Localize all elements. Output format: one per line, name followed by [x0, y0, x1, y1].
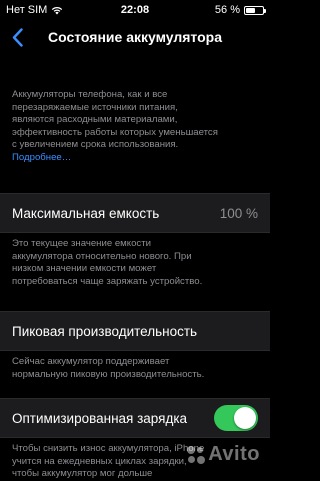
- battery-icon: [244, 5, 266, 15]
- optimized-charging-toggle[interactable]: [214, 405, 258, 431]
- intro-line: являются расходными материалами,: [12, 114, 178, 126]
- avito-watermark: Avito: [187, 443, 260, 466]
- navigation-bar: Состояние аккумулятора: [0, 20, 270, 54]
- battery-percent: 56 %: [214, 4, 240, 16]
- intro-line: эффективность работы которых уменьшается: [12, 126, 218, 138]
- page-title: Состояние аккумулятора: [47, 29, 222, 45]
- optimized-charging-row: Оптимизированная зарядка: [0, 398, 270, 438]
- battery-fill: [246, 7, 255, 13]
- max-capacity-label: Максимальная емкость: [12, 206, 160, 221]
- intro-note: Аккумуляторы телефона, как и все перезар…: [12, 89, 260, 165]
- watermark-text: Avito: [208, 443, 260, 465]
- note-line: Сейчас аккумулятор поддерживает: [12, 356, 170, 367]
- note-line: чтобы аккумулятор мог дольше: [12, 468, 153, 480]
- intro-line: с увеличением срока использования.: [12, 139, 179, 151]
- avito-logo-icon: [187, 445, 206, 464]
- max-capacity-row: Максимальная емкость 100 %: [0, 193, 270, 233]
- optimized-charging-label: Оптимизированная зарядка: [12, 411, 188, 426]
- toggle-knob: [234, 407, 256, 429]
- peak-performance-label: Пиковая производительность: [12, 324, 198, 339]
- note-line: низком значении емкости может: [12, 263, 157, 275]
- note-line: потребоваться чаще заряжать устройство.: [12, 275, 203, 287]
- note-line: аккумулятора относительно нового. При: [12, 250, 192, 262]
- max-capacity-value: 100 %: [219, 206, 258, 221]
- intro-line: перезаряжаемые источники питания,: [12, 101, 178, 113]
- peak-performance-row: Пиковая производительность: [0, 311, 270, 351]
- intro-line: Аккумуляторы телефона, как и все: [12, 89, 168, 100]
- note-line: Это текущее значение емкости: [12, 238, 151, 249]
- status-bar: Нет SIM 22:08 56 %: [0, 0, 270, 20]
- max-capacity-note: Это текущее значение емкости аккумулятор…: [12, 238, 260, 288]
- peak-performance-note: Сейчас аккумулятор поддерживает нормальн…: [12, 356, 260, 381]
- status-right: 56 %: [214, 4, 266, 16]
- note-line: нормальную пиковую производительность.: [12, 368, 205, 380]
- learn-more-link[interactable]: Подробнее…: [12, 152, 260, 165]
